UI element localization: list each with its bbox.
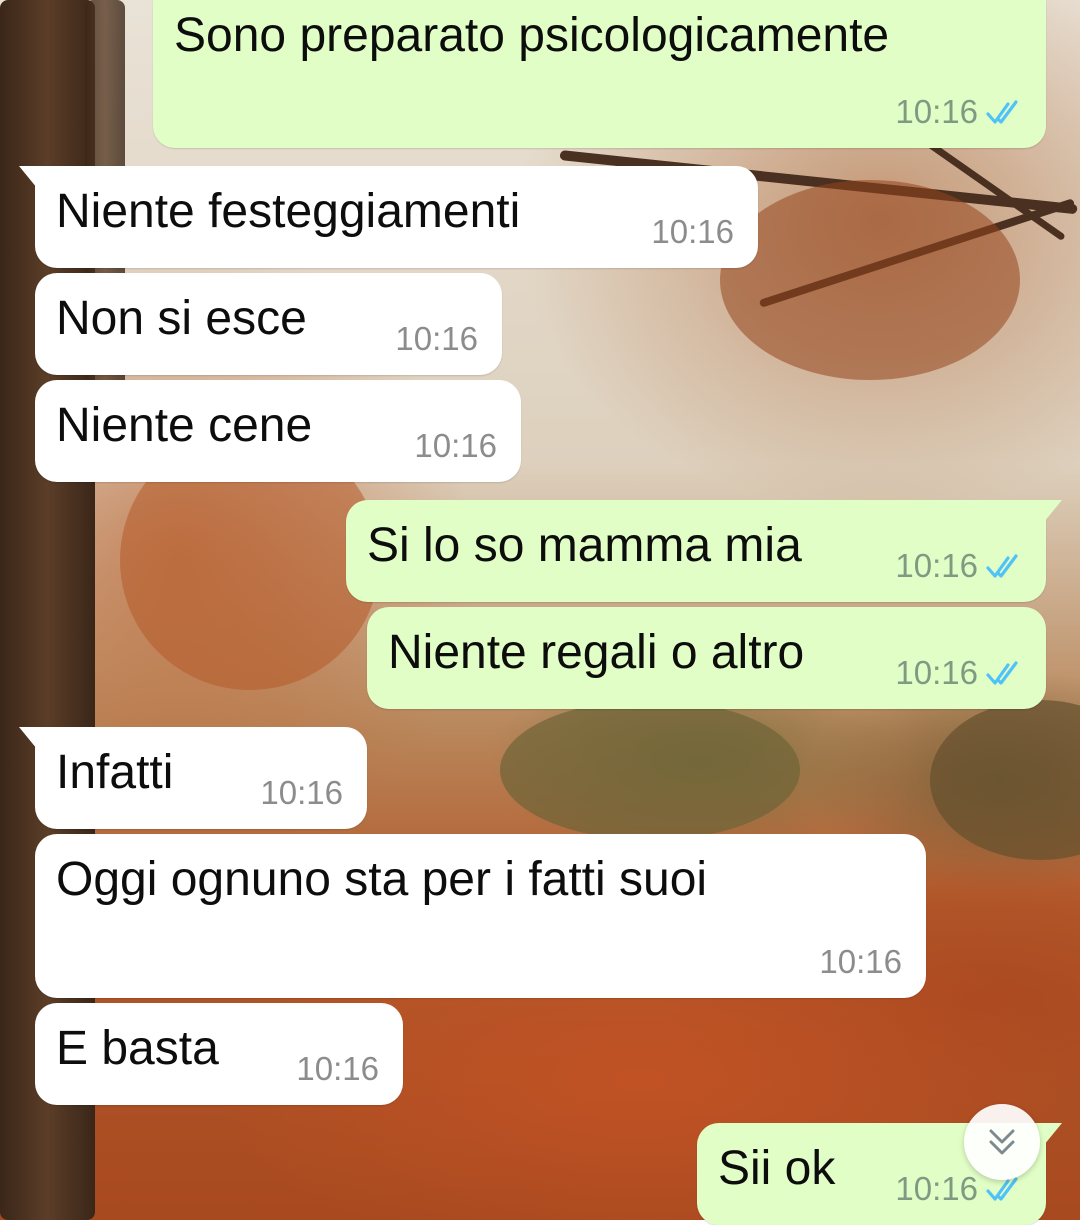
double-chevron-down-icon [989,1129,1015,1155]
message-time: 10:16 [296,1050,379,1087]
message-time: 10:16 [895,1170,978,1207]
message-bubble-incoming[interactable]: Infatti 10:16 [19,727,367,829]
double-check-read-icon [986,661,1018,685]
message-time: 10:16 [395,320,478,357]
message-time: 10:16 [819,943,902,980]
message-bubble-incoming[interactable]: Oggi ognuno sta per i fatti suoi 10:16 [35,834,926,998]
double-check-read-icon [986,100,1018,124]
message-time: 10:16 [895,547,978,584]
message-bubble-incoming[interactable]: Niente cene 10:16 [35,380,521,482]
message-text: Niente regali o altro [388,626,805,679]
message-text: Sii ok [718,1142,836,1195]
message-time: 10:16 [651,213,734,250]
message-text: E basta [56,1022,219,1075]
wallpaper-foliage [930,700,1080,860]
message-time: 10:16 [260,774,343,811]
scroll-to-bottom-button[interactable] [964,1104,1040,1180]
message-bubble-outgoing[interactable]: Sono preparato psicologicamente 10:16 [153,0,1046,148]
message-bubble-outgoing[interactable]: Si lo so mamma mia 10:16 [346,500,1062,602]
message-bubble-incoming[interactable]: Niente festeggiamenti 10:16 [19,166,758,268]
double-check-read-icon [986,554,1018,578]
message-bubble-incoming[interactable]: E basta 10:16 [35,1003,403,1105]
message-text: Sono preparato psicologicamente [174,9,890,62]
message-bubble-outgoing[interactable]: Niente regali o altro 10:16 [367,607,1046,709]
wallpaper-foliage [720,180,1020,380]
message-text: Oggi ognuno sta per i fatti suoi [56,853,708,906]
message-text: Si lo so mamma mia [367,519,802,572]
wallpaper-foliage [500,700,800,840]
message-text: Infatti [56,746,174,799]
message-text: Niente cene [56,399,313,452]
message-time: 10:16 [414,427,497,464]
message-time: 10:16 [895,654,978,691]
message-text: Non si esce [56,292,307,345]
message-time: 10:16 [895,93,978,130]
message-bubble-incoming[interactable]: Non si esce 10:16 [35,273,502,375]
message-text: Niente festeggiamenti [56,185,521,238]
